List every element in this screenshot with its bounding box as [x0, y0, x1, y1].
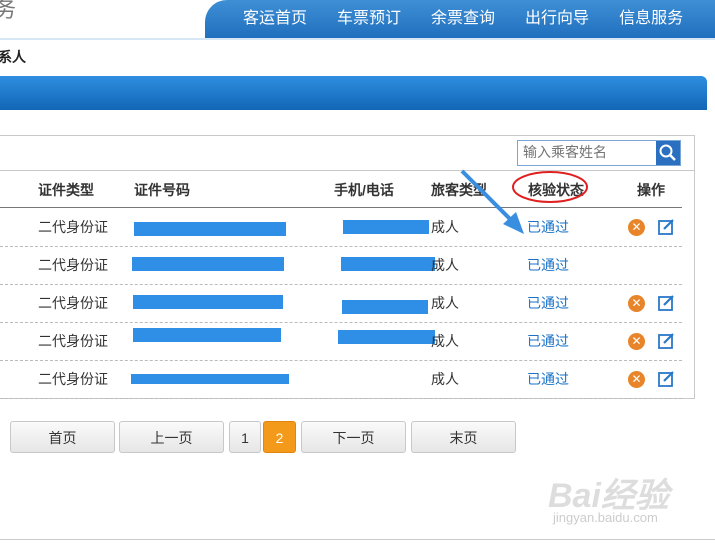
id-number-redaction: [132, 257, 284, 271]
table-row: 二代身份证 成人 已通过 ✕: [0, 284, 682, 323]
table-row: 二代身份证 成人 已通过 ✕: [0, 322, 682, 361]
passenger-type-cell: 成人: [431, 219, 459, 235]
phone-redaction: [338, 330, 435, 344]
id-number-redaction: [134, 222, 286, 236]
passenger-type-cell: 成人: [431, 295, 459, 311]
delete-icon[interactable]: ✕: [628, 219, 645, 236]
table-row: 二代身份证 成人 已通过: [0, 246, 682, 285]
table-row: 二代身份证 成人 已通过 ✕: [0, 208, 682, 247]
col-header-verify-status: 核验状态: [528, 182, 584, 198]
section-title: 系人: [0, 49, 26, 65]
edit-icon[interactable]: [658, 218, 675, 235]
verify-status-cell: 已通过: [527, 257, 569, 273]
table-row: 二代身份证 成人 已通过 ✕: [0, 360, 682, 399]
verify-status-cell: 已通过: [527, 219, 569, 235]
main-nav: 客运首页 车票预订 余票查询 出行向导 信息服务: [243, 0, 713, 38]
nav-item-booking[interactable]: 车票预订: [337, 0, 401, 38]
id-number-redaction: [133, 295, 283, 309]
col-header-phone: 手机/电话: [334, 182, 394, 198]
delete-icon[interactable]: ✕: [628, 295, 645, 312]
delete-icon[interactable]: ✕: [628, 371, 645, 388]
nav-item-home[interactable]: 客运首页: [243, 0, 307, 38]
table-top-divider: [0, 170, 694, 171]
col-header-id-number: 证件号码: [134, 182, 190, 198]
top-header: 务 客运首页 车票预订 余票查询 出行向导 信息服务: [0, 0, 715, 38]
search-box: [517, 140, 681, 166]
verify-status-cell: 已通过: [527, 295, 569, 311]
prev-page-button[interactable]: 上一页: [119, 421, 224, 453]
id-number-redaction: [133, 328, 281, 342]
last-page-button[interactable]: 末页: [411, 421, 516, 453]
site-title-fragment: 务: [0, 0, 17, 22]
next-page-button[interactable]: 下一页: [301, 421, 406, 453]
id-type-cell: 二代身份证: [38, 333, 108, 349]
edit-icon[interactable]: [658, 370, 675, 387]
watermark-url: jingyan.baidu.com: [553, 510, 658, 525]
passenger-type-cell: 成人: [431, 257, 459, 273]
id-type-cell: 二代身份证: [38, 219, 108, 235]
nav-item-remaining-tickets[interactable]: 余票查询: [431, 0, 495, 38]
search-button[interactable]: [656, 141, 680, 165]
passenger-type-cell: 成人: [431, 371, 459, 387]
id-number-redaction: [131, 374, 289, 384]
nav-divider: [0, 38, 715, 40]
col-header-id-type: 证件类型: [38, 182, 94, 198]
bottom-divider: [0, 539, 715, 540]
col-header-actions: 操作: [637, 182, 665, 198]
verify-status-cell: 已通过: [527, 333, 569, 349]
page-2-button[interactable]: 2: [263, 421, 296, 453]
phone-redaction: [341, 257, 435, 271]
id-type-cell: 二代身份证: [38, 371, 108, 387]
col-header-passenger-type: 旅客类型: [431, 182, 487, 198]
passenger-type-cell: 成人: [431, 333, 459, 349]
passenger-search-input[interactable]: [518, 141, 657, 163]
edit-icon[interactable]: [658, 294, 675, 311]
nav-item-travel-guide[interactable]: 出行向导: [525, 0, 589, 38]
verify-status-cell: 已通过: [527, 371, 569, 387]
search-icon: [659, 144, 676, 161]
first-page-button[interactable]: 首页: [10, 421, 115, 453]
section-header-bar: [0, 76, 707, 110]
phone-redaction: [342, 300, 428, 314]
edit-icon[interactable]: [658, 332, 675, 349]
page-1-button[interactable]: 1: [229, 421, 261, 453]
nav-item-info-service[interactable]: 信息服务: [619, 0, 683, 38]
id-type-cell: 二代身份证: [38, 295, 108, 311]
phone-redaction: [343, 220, 429, 234]
delete-icon[interactable]: ✕: [628, 333, 645, 350]
id-type-cell: 二代身份证: [38, 257, 108, 273]
